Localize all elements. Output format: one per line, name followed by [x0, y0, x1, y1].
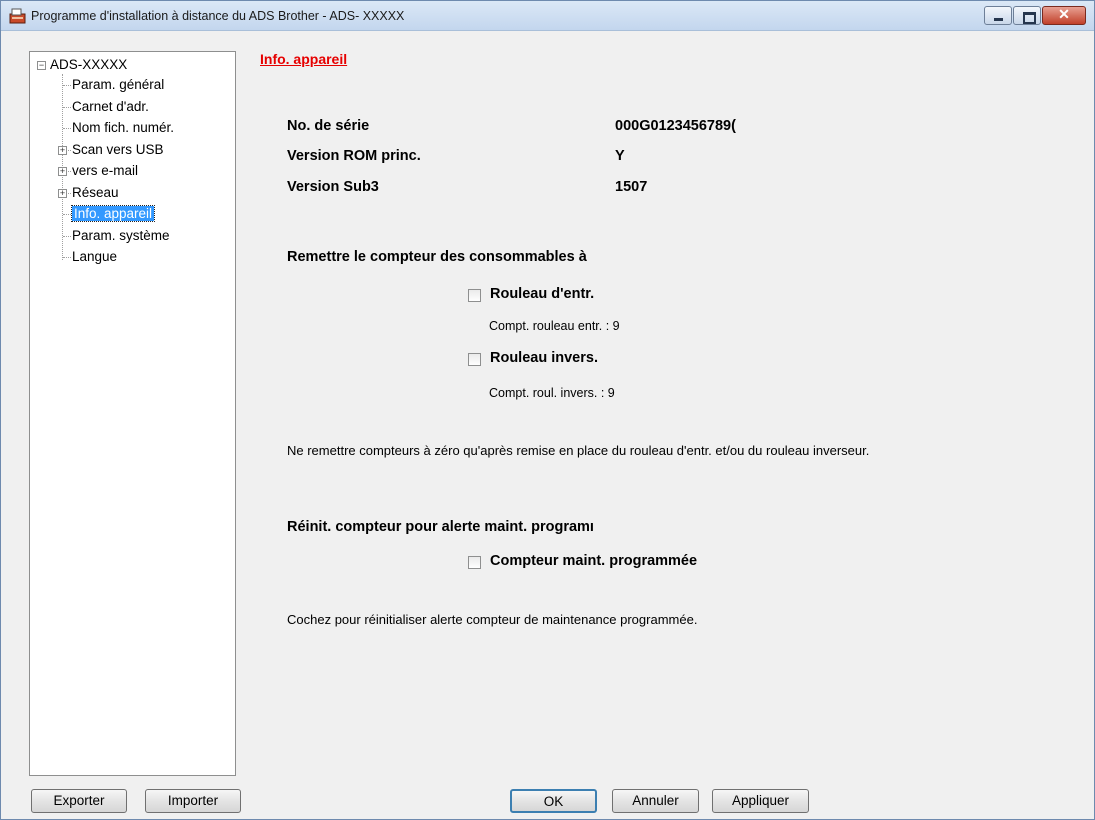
- rom-version-label: Version ROM princ.: [287, 148, 421, 164]
- roller-entry-counter: Compt. rouleau entr. : 9: [489, 319, 620, 333]
- tree-item[interactable]: Réseau: [72, 184, 119, 202]
- expand-icon[interactable]: +: [58, 167, 67, 176]
- close-button[interactable]: ✕: [1042, 6, 1086, 25]
- tree-item-label: Réseau: [72, 184, 119, 200]
- sub3-version-value: 1507: [615, 179, 648, 195]
- tree-root[interactable]: ADS-XXXXX: [50, 56, 127, 74]
- serial-label: No. de série: [287, 118, 370, 134]
- tree-item-label: Nom fich. numér.: [72, 120, 175, 135]
- tree-item-label: Scan vers USB: [72, 141, 164, 157]
- tree-item[interactable]: vers e-mail: [72, 162, 138, 180]
- main-window: Programme d'installation à distance du A…: [0, 0, 1095, 820]
- tree-item-label: Langue: [72, 249, 118, 264]
- maintenance-counter-checkbox[interactable]: [468, 556, 481, 569]
- roller-entry-label[interactable]: Rouleau d'entr.: [490, 286, 594, 302]
- tree-item[interactable]: Info. appareil: [70, 205, 156, 223]
- roller-entry-checkbox[interactable]: [468, 289, 481, 302]
- section-title: Info. appareil: [260, 51, 348, 67]
- maintenance-heading: Réinit. compteur pour alerte maint. prog…: [287, 519, 594, 535]
- export-button[interactable]: Exporter: [31, 789, 127, 813]
- ok-button[interactable]: OK: [510, 789, 597, 813]
- app-icon: [9, 8, 26, 24]
- tree-root-label: ADS-XXXXX: [50, 57, 128, 72]
- tree-item[interactable]: Nom fich. numér.: [72, 119, 174, 137]
- tree-item[interactable]: Langue: [72, 248, 117, 266]
- roller-reverse-checkbox[interactable]: [468, 353, 481, 366]
- expand-icon[interactable]: +: [58, 188, 67, 198]
- collapse-icon[interactable]: −: [37, 61, 46, 70]
- import-button[interactable]: Importer: [145, 789, 241, 813]
- tree-item[interactable]: Param. système: [72, 227, 170, 245]
- rom-version-value: Y: [615, 148, 625, 164]
- tree-item-label: vers e-mail: [72, 163, 139, 178]
- serial-value: 000G0123456789(: [615, 118, 736, 134]
- maintenance-note: Cochez pour réinitialiser alerte compteu…: [287, 612, 698, 627]
- tree-item-label: Carnet d'adr.: [72, 98, 149, 114]
- window-title: Programme d'installation à distance du A…: [31, 9, 405, 23]
- apply-button[interactable]: Appliquer: [712, 789, 809, 813]
- tree-item[interactable]: Carnet d'adr.: [72, 98, 149, 116]
- maximize-button[interactable]: [1013, 6, 1041, 25]
- navigation-tree[interactable]: − ADS-XXXXX Param. général Carnet d'adr. N…: [29, 51, 236, 776]
- tree-item-label: Param. général: [72, 77, 165, 92]
- roller-reverse-label[interactable]: Rouleau invers.: [490, 350, 598, 366]
- tree-item[interactable]: Param. général: [72, 76, 164, 94]
- sub3-version-label: Version Sub3: [287, 179, 379, 195]
- close-icon: ✕: [1058, 6, 1070, 22]
- tree-item-label: Info. appareil: [70, 205, 156, 222]
- expand-icon[interactable]: +: [58, 145, 67, 155]
- tree-item-label: Param. système: [72, 227, 170, 243]
- tree-item[interactable]: Scan vers USB: [72, 141, 164, 159]
- maintenance-counter-label[interactable]: Compteur maint. programmée: [490, 553, 697, 569]
- cancel-button[interactable]: Annuler: [612, 789, 699, 813]
- reset-consumables-heading: Remettre le compteur des consommables à: [287, 249, 587, 265]
- reset-note: Ne remettre compteurs à zéro qu'après re…: [287, 443, 870, 458]
- minimize-button[interactable]: [984, 6, 1012, 25]
- title-bar[interactable]: Programme d'installation à distance du A…: [1, 1, 1094, 31]
- roller-reverse-counter: Compt. roul. invers. : 9: [489, 386, 615, 400]
